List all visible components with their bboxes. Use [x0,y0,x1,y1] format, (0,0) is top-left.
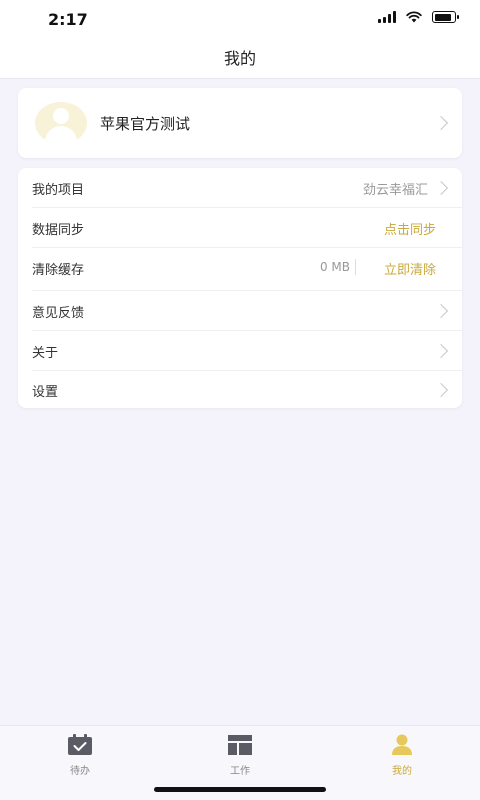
menu-item-settings[interactable]: 设置 [32,370,462,409]
page-title: 我的 [223,49,256,68]
profile-card[interactable]: 苹果官方测试 [18,88,462,158]
status-icons [378,11,459,23]
menu-item-label: 数据同步 [32,223,85,238]
calendar-check-icon [68,734,92,755]
tab-todo[interactable]: 待办 [40,734,120,777]
clear-cache-button[interactable]: 立即清除 [384,259,436,278]
profile-name: 苹果官方测试 [100,115,191,133]
menu-item-feedback[interactable]: 意见反馈 [32,291,462,331]
project-name-value: 劲云幸福汇 [362,183,428,198]
tab-label: 我的 [392,766,412,777]
chevron-right-icon [433,382,449,398]
chevron-right-icon [433,303,449,319]
status-bar: 2:17 [0,0,480,40]
chevron-right-icon [433,180,449,196]
menu-item-about[interactable]: 关于 [32,331,462,371]
wifi-icon [406,11,422,23]
home-indicator [154,787,326,792]
divider [355,259,356,275]
tab-work[interactable]: 工作 [200,734,280,777]
menu-item-label: 意见反馈 [32,306,85,321]
cache-size-value: 0 MB [319,260,350,274]
menu-item-my-project[interactable]: 我的项目 劲云幸福汇 [32,168,462,208]
menu-item-label: 清除缓存 [32,263,85,278]
battery-icon [432,11,459,23]
menu-item-data-sync: 数据同步 点击同步 [32,208,462,248]
status-time: 2:17 [48,10,88,29]
menu-item-label: 关于 [32,346,59,361]
avatar [35,102,87,144]
menu-item-label: 设置 [32,385,59,400]
person-icon [392,734,412,755]
menu-item-clear-cache: 清除缓存 0 MB 立即清除 [32,248,462,291]
menu-item-label: 我的项目 [32,183,85,198]
tab-label: 工作 [230,766,250,777]
cellular-signal-icon [378,11,396,23]
chevron-right-icon [433,343,449,359]
menu-card: 我的项目 劲云幸福汇 数据同步 点击同步 清除缓存 0 MB 立即清除 意见反馈… [18,168,462,408]
sync-button[interactable]: 点击同步 [384,219,436,238]
nav-bar: 我的 [0,40,480,79]
tab-me[interactable]: 我的 [362,734,442,777]
tab-label: 待办 [70,766,90,777]
layout-grid-icon [228,735,252,755]
chevron-right-icon [433,115,449,131]
